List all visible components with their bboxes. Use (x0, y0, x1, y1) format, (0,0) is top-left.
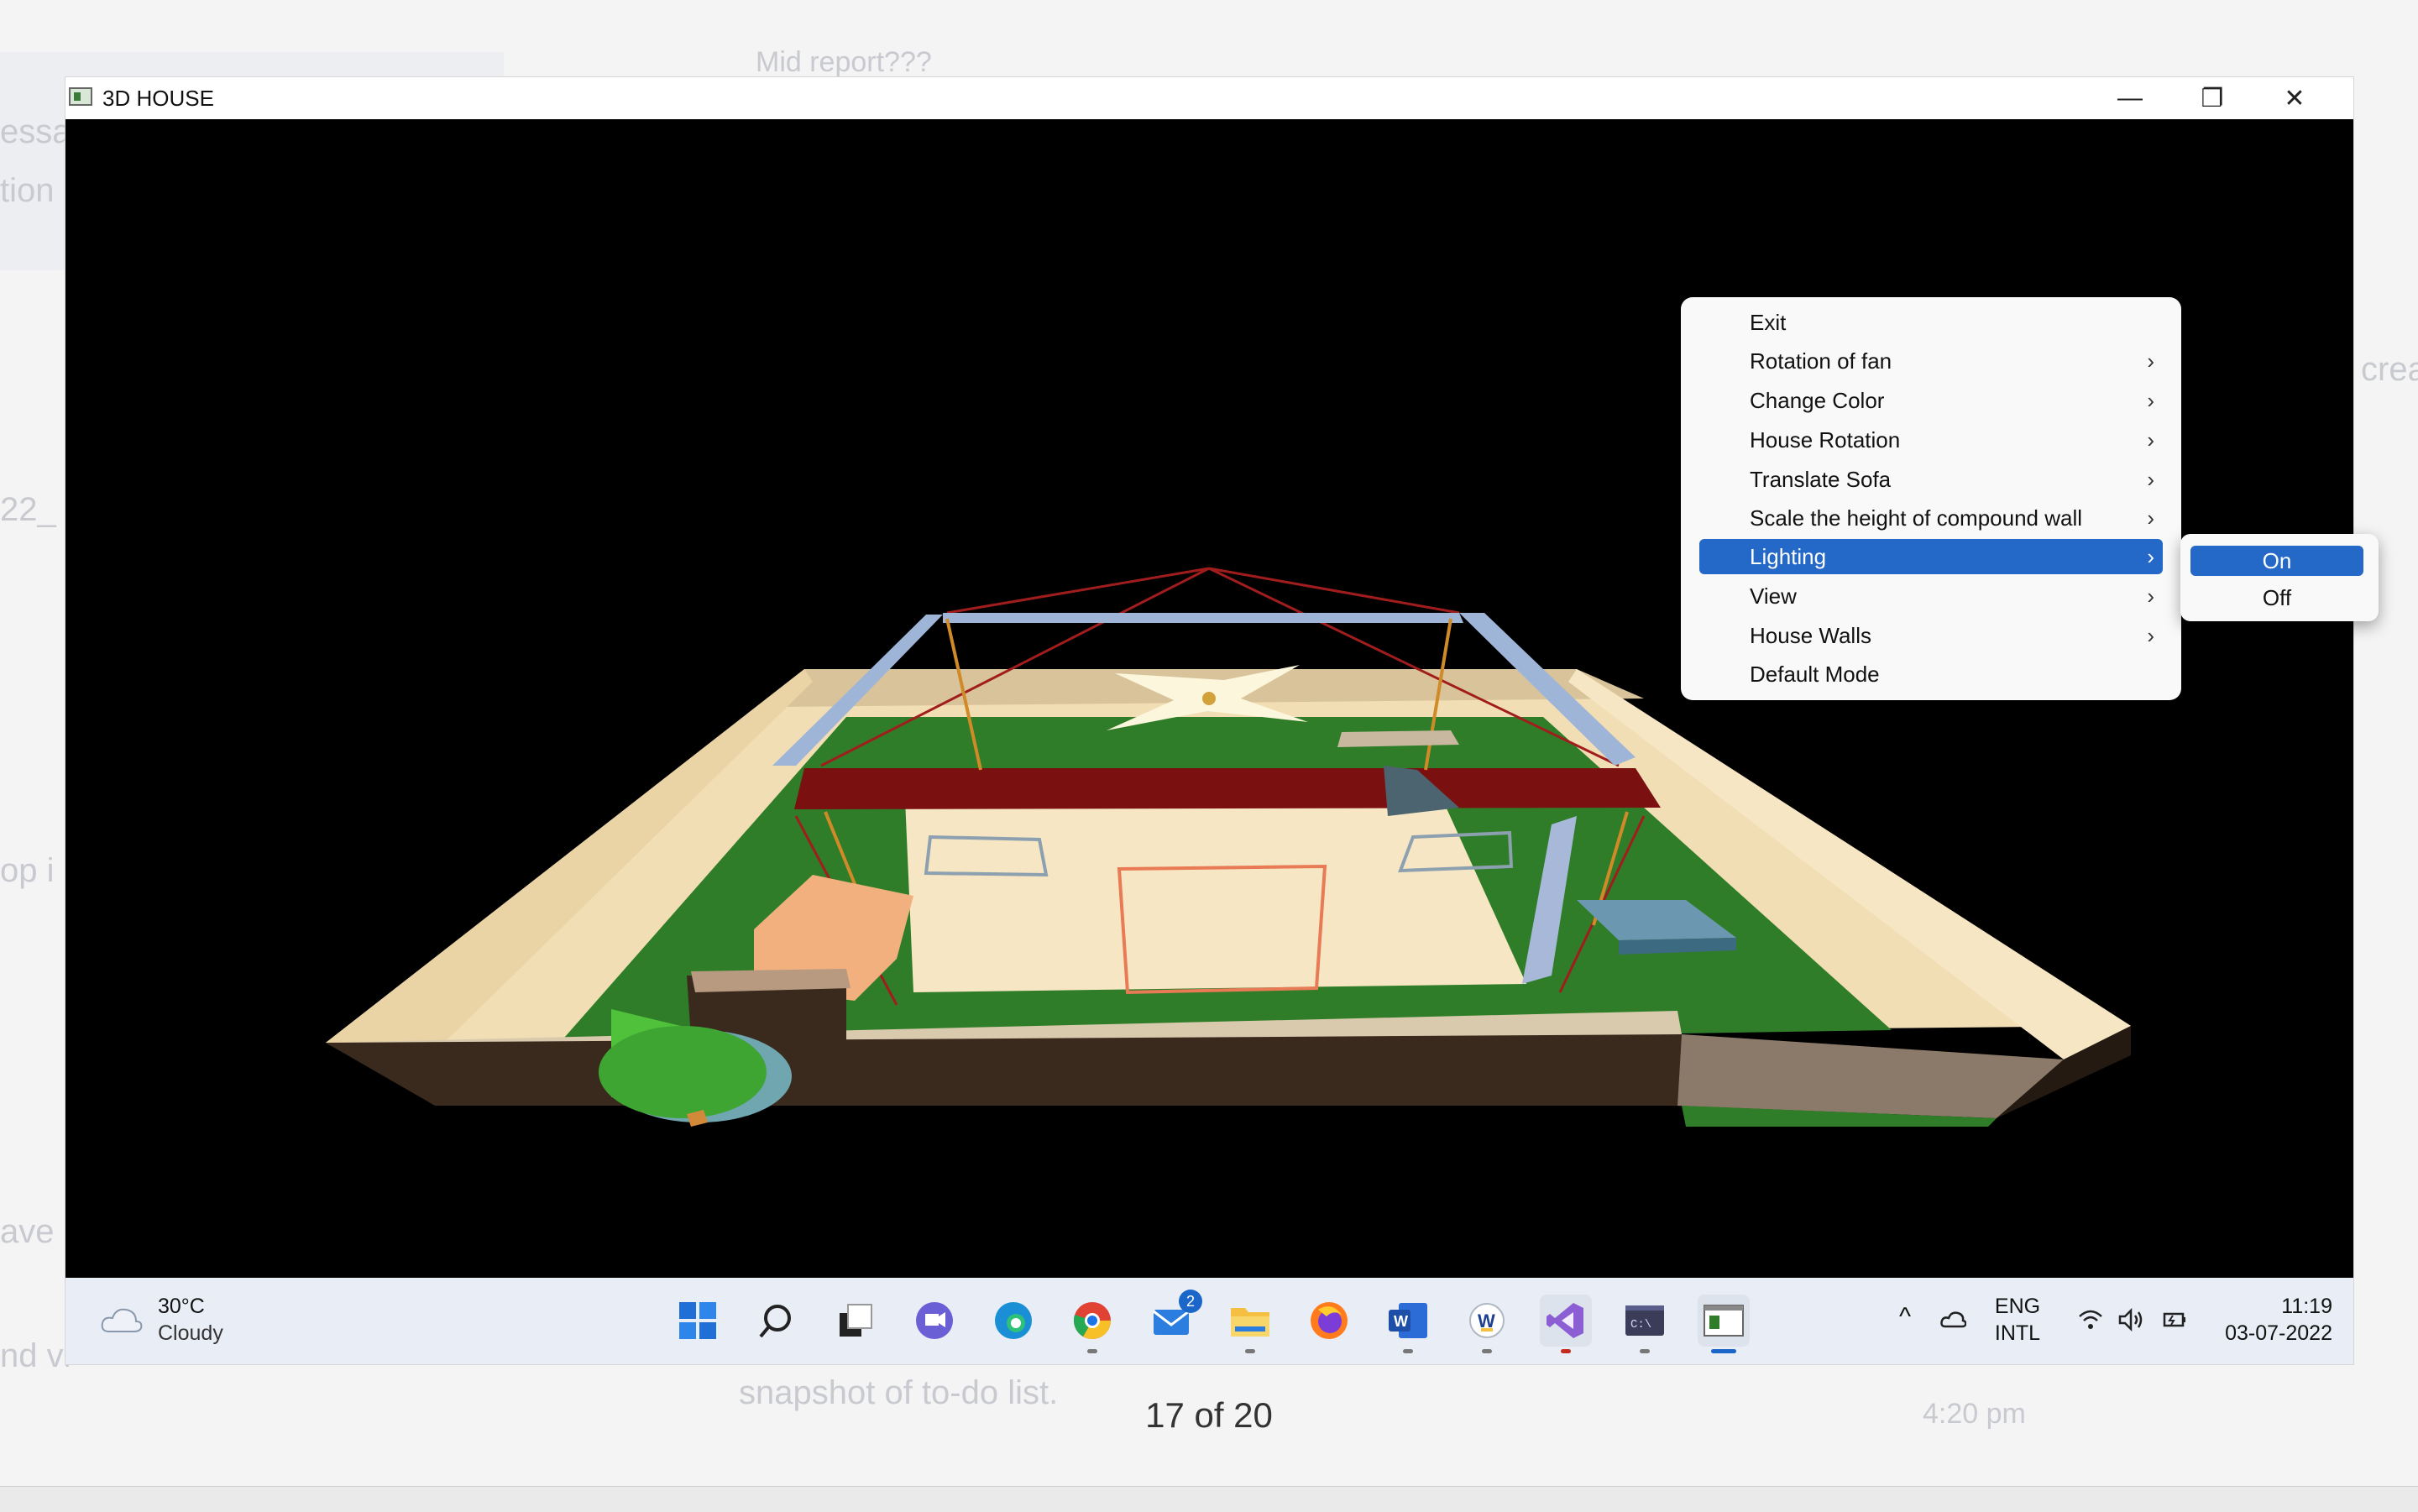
3d-house-app-icon[interactable] (1698, 1295, 1750, 1353)
search-icon[interactable] (751, 1295, 803, 1347)
submenu-item-on[interactable]: On (2190, 546, 2363, 576)
menu-item-house-walls[interactable]: House Walls › (1699, 618, 2163, 653)
front-wall-right (1677, 1034, 2064, 1118)
language-line2[interactable]: INTL (1988, 1321, 2047, 1346)
house-floor (905, 799, 1526, 992)
volume-icon[interactable] (2117, 1306, 2144, 1333)
submenu-item-off[interactable]: Off (2190, 583, 2363, 613)
mail-icon[interactable]: 2 (1145, 1290, 1202, 1347)
app-window: 3D HOUSE — ❐ ✕ Exit Rotation of fan › Ch… (65, 77, 2379, 1364)
cloud-icon (101, 1308, 143, 1332)
background-text: Mid report??? (756, 46, 932, 78)
chrome-icon[interactable] (1066, 1295, 1118, 1353)
onedrive-cloud-icon[interactable] (1939, 1306, 1966, 1333)
background-text: 22_ (0, 491, 56, 528)
chevron-right-icon: › (2147, 543, 2154, 569)
background-text: 4:20 pm (1923, 1398, 2026, 1430)
back-beam (943, 613, 1463, 623)
visual-studio-icon[interactable] (1540, 1295, 1592, 1353)
page-counter: 17 of 20 (1145, 1395, 1273, 1435)
chevron-right-icon: › (2147, 583, 2154, 609)
wifi-icon[interactable] (2077, 1306, 2104, 1333)
background-text: snapshot of to-do list. (739, 1374, 1059, 1411)
task-view-icon[interactable] (830, 1295, 882, 1347)
background-text: nd vi (0, 1337, 71, 1374)
lighting-submenu: On Off (2180, 534, 2379, 621)
menu-item-rotation-of-fan[interactable]: Rotation of fan › (1699, 343, 2163, 379)
language-line1[interactable]: ENG (1988, 1295, 2047, 1319)
title-bar[interactable]: 3D HOUSE — ❐ ✕ (65, 77, 2353, 119)
word-icon[interactable]: W (1382, 1295, 1434, 1353)
chevron-right-icon: › (2147, 348, 2154, 374)
weather-condition[interactable]: Cloudy (158, 1321, 223, 1346)
file-explorer-icon[interactable] (1224, 1295, 1276, 1353)
app-icon (69, 87, 92, 106)
show-hidden-icons-chevron-icon[interactable]: ^ (1894, 1303, 1916, 1332)
close-button[interactable]: ✕ (2254, 77, 2335, 119)
menu-item-translate-sofa[interactable]: Translate Sofa › (1699, 462, 2163, 497)
table-top (1337, 730, 1459, 747)
minimize-button[interactable]: — (2090, 77, 2170, 119)
svg-text:C:\: C:\ (1630, 1318, 1651, 1332)
fan-hub (1202, 692, 1216, 705)
menu-item-view[interactable]: View › (1699, 578, 2163, 614)
start-icon[interactable] (672, 1295, 724, 1347)
firefox-icon[interactable] (1303, 1295, 1355, 1347)
viewer-bottom-bar (0, 1486, 2418, 1512)
chevron-right-icon: › (2147, 387, 2154, 413)
background-text: crea (2361, 351, 2418, 388)
clock-date[interactable]: 03-07-2022 (2198, 1321, 2332, 1346)
teams-chat-icon[interactable] (908, 1295, 960, 1347)
chevron-right-icon: › (2147, 466, 2154, 492)
background-text: tion (0, 172, 55, 209)
menu-item-scale-compound-wall[interactable]: Scale the height of compound wall › (1699, 500, 2163, 536)
battery-charging-icon[interactable] (2161, 1306, 2188, 1333)
menu-item-lighting[interactable]: Lighting › (1699, 539, 2163, 574)
vscode-icon[interactable]: W (1461, 1295, 1513, 1353)
svg-text:W: W (1394, 1313, 1408, 1330)
terminal-icon[interactable]: C:\ (1619, 1295, 1671, 1353)
clock-time[interactable]: 11:19 (2198, 1295, 2332, 1319)
menu-item-house-rotation[interactable]: House Rotation › (1699, 422, 2163, 458)
menu-item-default-mode[interactable]: Default Mode (1699, 657, 2163, 692)
maximize-button[interactable]: ❐ (2172, 77, 2253, 119)
taskbar: 30°C Cloudy 2 W W C:\ ^ ENG INTL 11:19 0… (65, 1278, 2353, 1364)
menu-item-exit[interactable]: Exit (1699, 305, 2163, 340)
front-wall (326, 1034, 1682, 1106)
background-text: op i (0, 852, 55, 889)
edge-icon[interactable] (987, 1295, 1039, 1347)
chevron-right-icon: › (2147, 426, 2154, 453)
window-title: 3D HOUSE (102, 86, 214, 111)
weather-temperature[interactable]: 30°C (158, 1295, 205, 1319)
context-menu: Exit Rotation of fan › Change Color › Hous… (1681, 297, 2181, 700)
tree-top (599, 1026, 767, 1118)
mail-badge: 2 (1179, 1290, 1202, 1313)
background-text: essa (0, 113, 71, 150)
chevron-right-icon: › (2147, 622, 2154, 648)
menu-item-change-color[interactable]: Change Color › (1699, 383, 2163, 418)
roof-beam (794, 768, 1661, 809)
chevron-right-icon: › (2147, 505, 2154, 531)
